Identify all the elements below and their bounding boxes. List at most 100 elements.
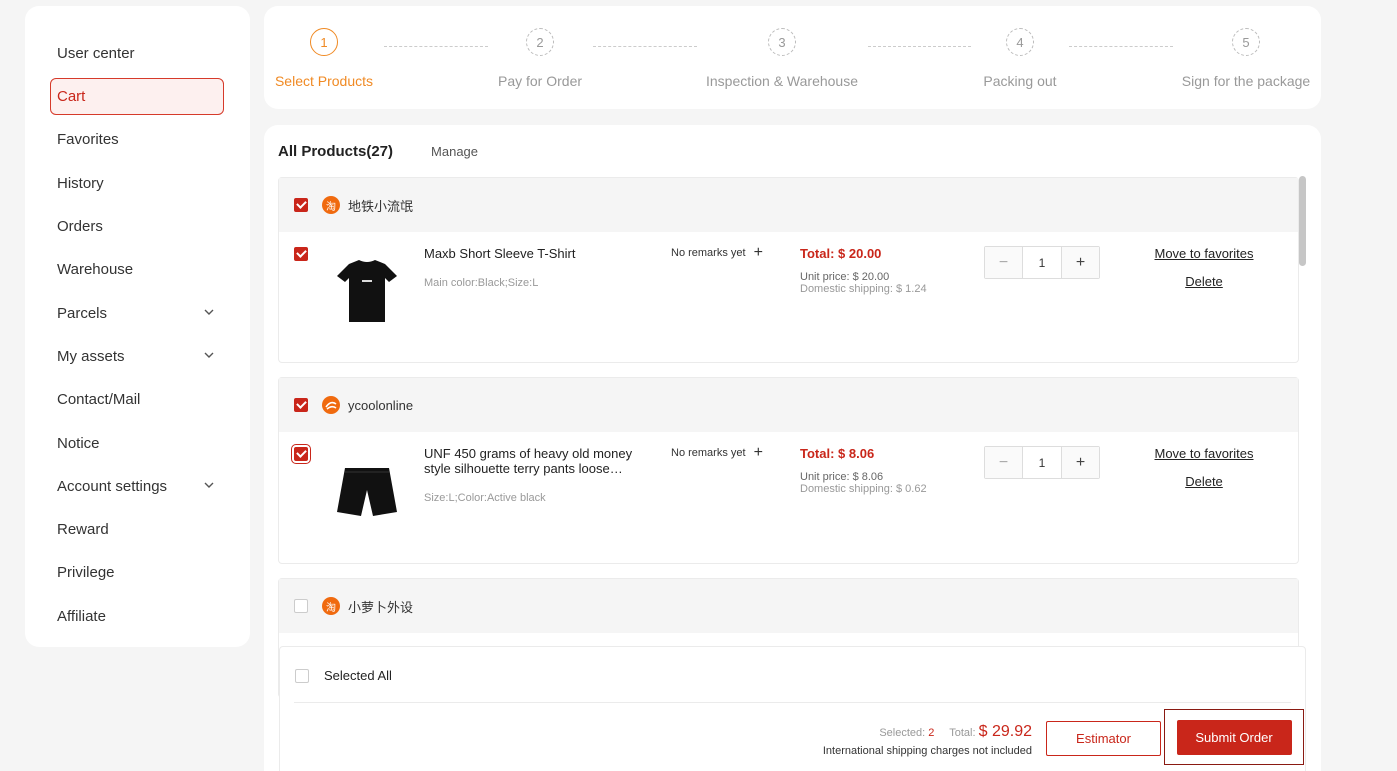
sidebar-item-label: Favorites [57, 131, 119, 149]
sidebar-item-account-settings[interactable]: Account settings [25, 465, 250, 508]
chevron-down-icon [204, 309, 214, 316]
minus-icon[interactable]: − [985, 447, 1022, 478]
cart-footer: Selected All Selected: 2 Total: $ 29.92 … [279, 646, 1306, 771]
step-number: 3 [768, 28, 796, 56]
sidebar-item-history[interactable]: History [25, 162, 250, 205]
item-checkbox[interactable] [291, 444, 311, 464]
sidebar-item-orders[interactable]: Orders [25, 205, 250, 248]
product-name[interactable]: UNF 450 grams of heavy old money style s… [424, 446, 639, 476]
selected-label: Selected: [879, 727, 926, 739]
sidebar-item-label: Account settings [57, 477, 168, 495]
select-all-checkbox[interactable] [295, 668, 309, 683]
sidebar-item-affiliate[interactable]: Affiliate [25, 595, 250, 638]
1688-icon [322, 396, 340, 414]
delete-link[interactable]: Delete [1139, 474, 1269, 489]
item-checkbox[interactable] [294, 247, 308, 261]
footer-divider [294, 702, 1291, 703]
taobao-icon: 淘 [322, 196, 340, 214]
step-select-products: 1 Select Products [234, 28, 414, 89]
move-to-favorites-link[interactable]: Move to favorites [1139, 246, 1269, 261]
shop-name[interactable]: 小萝卜外设 [348, 597, 413, 616]
remark-control[interactable]: No remarks yet + [671, 445, 763, 461]
step-number: 5 [1232, 28, 1260, 56]
select-all-label: Selected All [324, 668, 392, 683]
sidebar-item-label: Parcels [57, 304, 108, 322]
sidebar-item-label: Cart [57, 88, 86, 106]
submit-focus-ring: Submit Order [1164, 709, 1304, 765]
sidebar-item-user-center[interactable]: User center [25, 32, 250, 75]
chevron-down-icon [204, 482, 214, 489]
chevron-down-icon [204, 352, 214, 359]
sidebar-item-notice[interactable]: Notice [25, 421, 250, 464]
item-total: Total: $ 8.06 [800, 446, 875, 461]
sidebar-item-label: My assets [57, 347, 125, 365]
select-all-control[interactable]: Selected All [295, 668, 392, 683]
plus-icon[interactable]: + [1062, 247, 1099, 278]
domestic-shipping: Domestic shipping: $ 1.24 [800, 283, 927, 295]
step-packing-out: 4 Packing out [930, 28, 1110, 89]
delete-link[interactable]: Delete [1139, 274, 1269, 289]
shop-group: ycoolonline UNF 450 grams of heavy old m… [278, 377, 1299, 564]
submit-order-button[interactable]: Submit Order [1176, 719, 1292, 755]
shop-checkbox[interactable] [294, 198, 308, 212]
item-total: Total: $ 20.00 [800, 246, 882, 261]
step-pay-for-order: 2 Pay for Order [450, 28, 630, 89]
domestic-shipping: Domestic shipping: $ 0.62 [800, 483, 927, 495]
remark-control[interactable]: No remarks yet + [671, 245, 763, 261]
manage-link[interactable]: Manage [431, 144, 478, 159]
shop-checkbox[interactable] [294, 398, 308, 412]
sidebar-item-label: Affiliate [57, 607, 106, 625]
product-name[interactable]: Maxb Short Sleeve T-Shirt [424, 246, 639, 261]
product-image[interactable] [327, 250, 407, 330]
shop-header: 淘 小萝卜外设 [279, 579, 1298, 633]
sidebar: User center Cart Favorites History Order… [25, 6, 250, 647]
all-products-title[interactable]: All Products(27) [278, 143, 393, 160]
move-to-favorites-link[interactable]: Move to favorites [1139, 446, 1269, 461]
quantity-value[interactable]: 1 [1022, 247, 1062, 278]
product-attributes: Size:L;Color:Active black [424, 492, 546, 504]
shop-header: 淘 地铁小流氓 [279, 178, 1298, 232]
sidebar-item-contact-mail[interactable]: Contact/Mail [25, 378, 250, 421]
plus-icon[interactable]: + [754, 245, 763, 261]
shop-checkbox[interactable] [294, 599, 308, 613]
selected-count: 2 [928, 727, 935, 739]
shop-name[interactable]: 地铁小流氓 [348, 196, 413, 215]
unit-price: Unit price: $ 20.00 [800, 271, 890, 283]
cart-item: Maxb Short Sleeve T-Shirt Main color:Bla… [279, 232, 1298, 362]
plus-icon[interactable]: + [754, 445, 763, 461]
step-number: 4 [1006, 28, 1034, 56]
cart-header: All Products(27) Manage [278, 143, 478, 160]
step-number: 2 [526, 28, 554, 56]
sidebar-item-warehouse[interactable]: Warehouse [25, 248, 250, 291]
step-sign-package: 5 Sign for the package [1156, 28, 1336, 89]
minus-icon[interactable]: − [985, 247, 1022, 278]
order-summary: Selected: 2 Total: $ 29.92 International… [814, 723, 1032, 757]
scrollbar-thumb[interactable] [1299, 176, 1306, 266]
sidebar-item-reward[interactable]: Reward [25, 508, 250, 551]
step-label: Packing out [983, 73, 1057, 89]
sidebar-item-label: Notice [57, 434, 100, 452]
step-label: Sign for the package [1181, 73, 1311, 89]
sidebar-item-favorites[interactable]: Favorites [25, 118, 250, 161]
shop-header: ycoolonline [279, 378, 1298, 432]
plus-icon[interactable]: + [1062, 447, 1099, 478]
quantity-value[interactable]: 1 [1022, 447, 1062, 478]
sidebar-item-privilege[interactable]: Privilege [25, 551, 250, 594]
product-image[interactable] [327, 450, 407, 530]
sidebar-item-parcels[interactable]: Parcels [25, 291, 250, 334]
sidebar-item-label: Contact/Mail [57, 391, 141, 409]
step-inspection-warehouse: 3 Inspection & Warehouse [692, 28, 872, 89]
unit-price: Unit price: $ 8.06 [800, 471, 884, 483]
step-connector [593, 46, 697, 47]
step-number: 1 [310, 28, 338, 56]
sidebar-item-label: Orders [57, 218, 103, 236]
item-actions: Move to favorites Delete [1139, 246, 1269, 289]
total-label: Total: [949, 727, 976, 739]
estimator-button[interactable]: Estimator [1046, 721, 1161, 756]
shop-name[interactable]: ycoolonline [348, 398, 413, 413]
sidebar-item-my-assets[interactable]: My assets [25, 335, 250, 378]
sidebar-item-cart[interactable]: Cart [50, 78, 224, 116]
taobao-icon: 淘 [322, 597, 340, 615]
sidebar-item-label: Privilege [57, 564, 115, 582]
total-amount: $ 29.92 [978, 723, 1032, 740]
